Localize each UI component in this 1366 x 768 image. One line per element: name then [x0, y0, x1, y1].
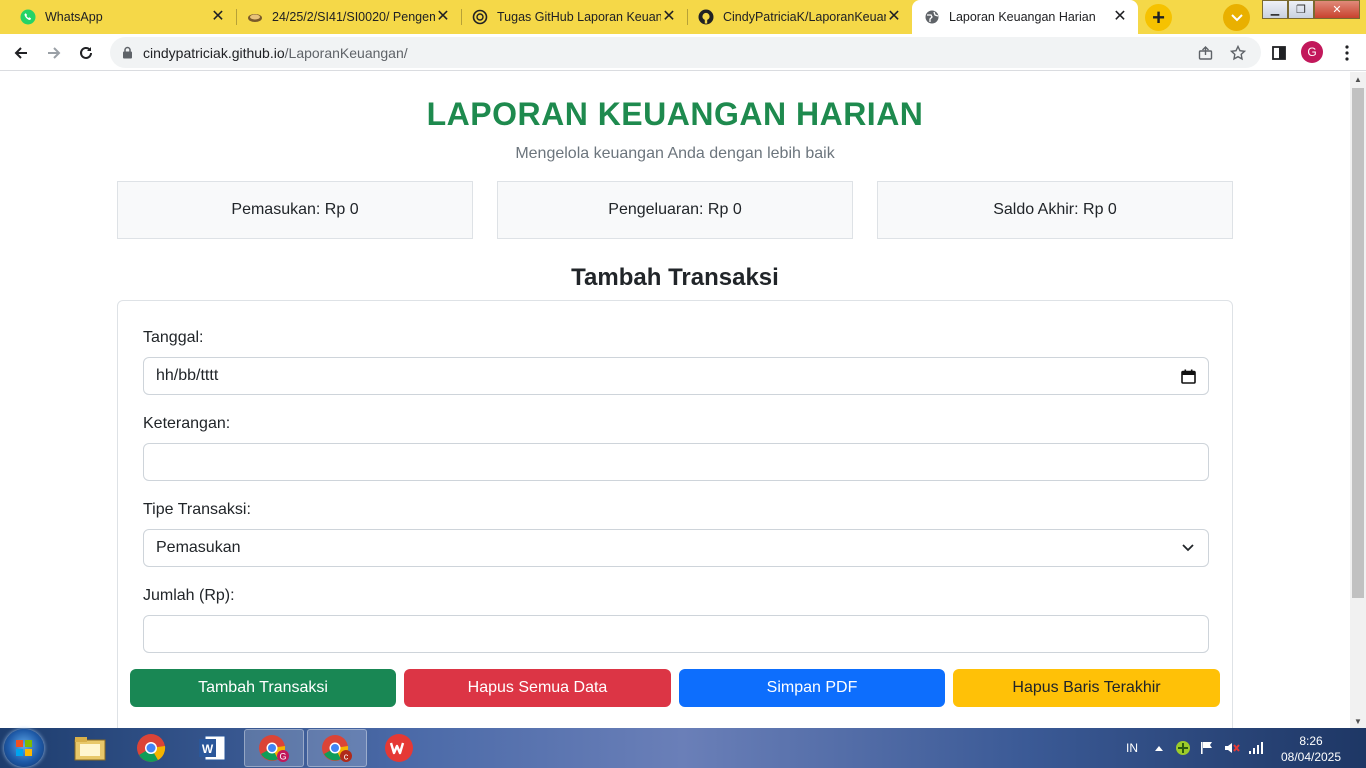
- balance-summary-card: Saldo Akhir: Rp 0: [877, 181, 1233, 239]
- page-scrollbar[interactable]: ▲ ▼: [1350, 72, 1366, 728]
- url-path: /LaporanKeuangan/: [284, 44, 408, 61]
- file-explorer-icon[interactable]: [60, 729, 120, 767]
- windows-logo-icon: [16, 740, 32, 756]
- tab-title: Tugas GitHub Laporan Keuang: [497, 10, 661, 24]
- window-close-button[interactable]: ✕: [1314, 0, 1360, 19]
- network-signal-icon[interactable]: [1248, 728, 1264, 768]
- delete-last-row-button[interactable]: Hapus Baris Terakhir: [953, 669, 1220, 707]
- svg-text:W: W: [202, 742, 214, 756]
- github-icon: [698, 9, 714, 25]
- reload-button[interactable]: [73, 40, 99, 66]
- tab-title: WhatsApp: [45, 10, 103, 24]
- window-controls: ▁ ❐ ✕: [1262, 0, 1360, 20]
- browser-tab-strip: WhatsApp ✕ 24/25/2/SI41/SI0020/ Pengem ✕…: [0, 0, 1366, 34]
- chrome-profile-g-icon[interactable]: G: [244, 729, 304, 767]
- globe-icon: [924, 9, 940, 25]
- page-subtitle: Mengelola keuangan Anda dengan lebih bai…: [515, 145, 835, 162]
- web-page: LAPORAN KEUANGAN HARIAN Mengelola keuang…: [0, 72, 1350, 728]
- clear-all-button[interactable]: Hapus Semua Data: [404, 669, 671, 707]
- chevron-down-icon: [1230, 13, 1243, 21]
- type-label: Tipe Transaksi:: [143, 501, 251, 518]
- language-indicator[interactable]: IN: [1126, 728, 1138, 768]
- url-host: cindypatriciak.github.io: [143, 44, 285, 61]
- clock-date: 08/04/2025: [1280, 750, 1342, 764]
- lock-icon[interactable]: [122, 46, 133, 59]
- tab-laporan-keuangan[interactable]: Laporan Keuangan Harian ✕: [912, 0, 1138, 34]
- system-clock[interactable]: 8:26 08/04/2025: [1276, 733, 1346, 765]
- profile-avatar[interactable]: G: [1301, 41, 1323, 63]
- type-select[interactable]: Pemasukan: [143, 529, 1209, 567]
- amount-label: Jumlah (Rp):: [143, 587, 235, 604]
- chatgpt-icon: [472, 9, 488, 25]
- wps-icon[interactable]: [369, 729, 429, 767]
- tab-search-button[interactable]: [1223, 4, 1250, 31]
- back-button[interactable]: [8, 40, 34, 66]
- whatsapp-icon: [20, 9, 36, 25]
- transaction-form: Tanggal: hh/bb/tttt Keterangan: Tipe Tra…: [117, 300, 1233, 728]
- show-hidden-icons[interactable]: [1154, 728, 1164, 768]
- scroll-down-icon[interactable]: ▼: [1350, 714, 1366, 728]
- form-heading: Tambah Transaksi: [571, 264, 779, 291]
- scroll-up-icon[interactable]: ▲: [1350, 72, 1366, 86]
- svg-text:c: c: [344, 752, 349, 762]
- close-icon[interactable]: ✕: [886, 9, 902, 25]
- expense-summary-card: Pengeluaran: Rp 0: [497, 181, 853, 239]
- maximize-button[interactable]: ❐: [1288, 0, 1314, 19]
- date-input[interactable]: hh/bb/tttt: [143, 357, 1209, 395]
- scroll-thumb[interactable]: [1352, 88, 1364, 598]
- chevron-up-icon: [1155, 746, 1163, 751]
- back-arrow-icon: [14, 47, 27, 59]
- chevron-down-icon: [1180, 540, 1196, 556]
- new-tab-button[interactable]: +: [1145, 4, 1172, 31]
- add-transaction-button[interactable]: Tambah Transaksi: [130, 669, 396, 707]
- word-icon[interactable]: W: [182, 729, 242, 767]
- reload-icon: [80, 46, 92, 59]
- course-icon: [247, 9, 263, 25]
- tray-app-icon[interactable]: [1175, 728, 1191, 768]
- close-icon[interactable]: ✕: [435, 9, 451, 25]
- date-placeholder: hh/bb/tttt: [156, 367, 219, 384]
- tab-whatsapp[interactable]: WhatsApp ✕: [0, 0, 236, 34]
- amount-input[interactable]: [143, 615, 1209, 653]
- side-panel-icon[interactable]: [1266, 40, 1292, 66]
- svg-text:G: G: [279, 752, 286, 762]
- tab-course[interactable]: 24/25/2/SI41/SI0020/ Pengem ✕: [237, 0, 461, 34]
- chrome-profile-c-icon[interactable]: c: [307, 729, 367, 767]
- tab-title: CindyPatriciaK/LaporanKeuang: [723, 10, 886, 24]
- save-pdf-button[interactable]: Simpan PDF: [679, 669, 945, 707]
- description-input[interactable]: [143, 443, 1209, 481]
- volume-muted-icon[interactable]: [1224, 728, 1240, 768]
- start-button[interactable]: [4, 729, 44, 767]
- share-icon[interactable]: [1198, 37, 1214, 68]
- tab-title: Laporan Keuangan Harian: [949, 10, 1096, 24]
- clock-time: 8:26: [1299, 734, 1323, 748]
- forward-arrow-icon: [48, 47, 61, 59]
- type-select-value: Pemasukan: [156, 539, 241, 556]
- income-summary-card: Pemasukan: Rp 0: [117, 181, 473, 239]
- minimize-button[interactable]: ▁: [1262, 0, 1288, 19]
- action-center-flag-icon[interactable]: [1200, 728, 1214, 768]
- bookmark-star-icon[interactable]: [1230, 37, 1246, 68]
- tab-github[interactable]: CindyPatriciaK/LaporanKeuang ✕: [688, 0, 912, 34]
- menu-kebab-icon[interactable]: [1334, 40, 1360, 66]
- date-label: Tanggal:: [143, 329, 204, 346]
- tab-title: 24/25/2/SI41/SI0020/ Pengem: [272, 10, 435, 24]
- forward-button[interactable]: [41, 40, 67, 66]
- browser-toolbar: cindypatriciak.github.io/LaporanKeuangan…: [0, 34, 1366, 71]
- calendar-icon[interactable]: [1180, 368, 1196, 384]
- description-label: Keterangan:: [143, 415, 231, 432]
- chrome-icon[interactable]: [121, 729, 181, 767]
- address-bar[interactable]: cindypatriciak.github.io/LaporanKeuangan…: [110, 37, 1261, 68]
- close-icon[interactable]: ✕: [210, 9, 226, 25]
- close-icon[interactable]: ✕: [661, 9, 677, 25]
- page-title: LAPORAN KEUANGAN HARIAN: [426, 96, 924, 132]
- close-icon[interactable]: ✕: [1112, 9, 1128, 25]
- tab-chatgpt[interactable]: Tugas GitHub Laporan Keuang ✕: [462, 0, 687, 34]
- taskbar: W G c IN 8:26 08/04/2025: [0, 728, 1366, 768]
